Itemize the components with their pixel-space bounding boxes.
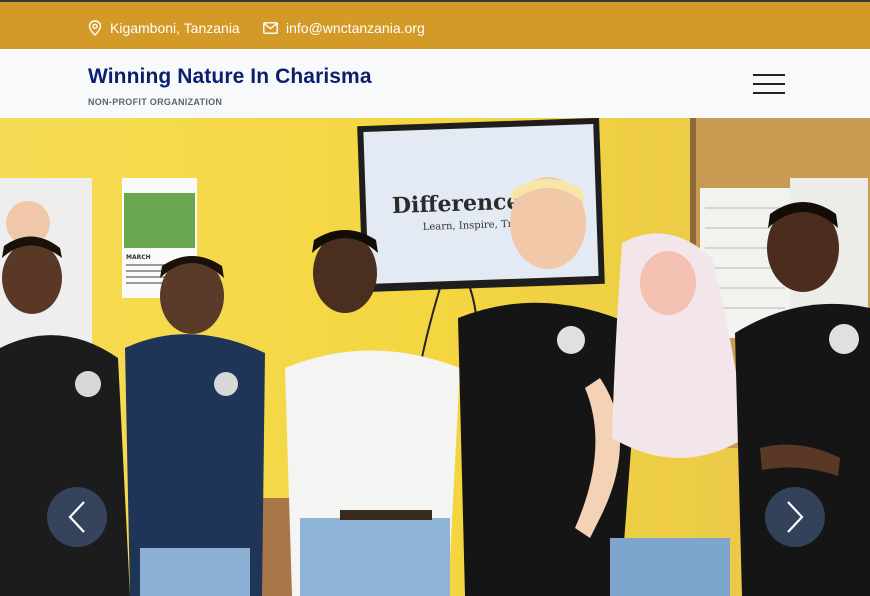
carousel-next-button[interactable] [765, 487, 825, 547]
email-info[interactable]: info@wnctanzania.org [263, 20, 425, 36]
hamburger-icon[interactable] [753, 74, 785, 94]
calendar-month: MARCH [126, 254, 151, 261]
hero-photo: MARCH Difference is V Learn, Inspire, Tr… [0, 118, 870, 596]
site-subtitle: NON-PROFIT ORGANIZATION [88, 97, 223, 107]
map-pin-icon [88, 20, 102, 36]
envelope-icon [263, 22, 278, 34]
site-header: Winning Nature In Charisma NON-PROFIT OR… [0, 49, 870, 118]
location-text: Kigamboni, Tanzania [110, 20, 240, 36]
hero-carousel: MARCH Difference is V Learn, Inspire, Tr… [0, 118, 870, 596]
carousel-prev-button[interactable] [47, 487, 107, 547]
location-info: Kigamboni, Tanzania [88, 20, 240, 36]
chevron-right-icon [787, 501, 804, 533]
site-title[interactable]: Winning Nature In Charisma [88, 65, 372, 89]
chevron-left-icon [68, 501, 85, 533]
top-contact-bar: Kigamboni, Tanzania info@wnctanzania.org [0, 0, 870, 49]
email-link[interactable]: info@wnctanzania.org [286, 20, 425, 36]
